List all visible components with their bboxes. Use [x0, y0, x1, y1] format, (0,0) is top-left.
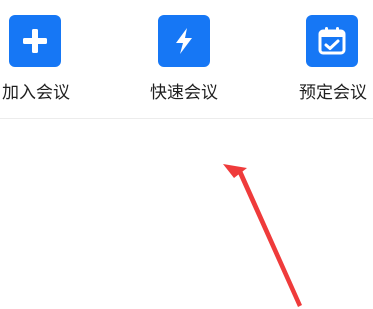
join-meeting-label: 加入会议 [2, 83, 70, 103]
plus-icon [23, 29, 47, 53]
content-area [0, 119, 373, 309]
quick-meeting-label: 快速会议 [150, 83, 218, 103]
quick-meeting-tile [158, 15, 210, 67]
join-meeting-button[interactable]: 加入会议 [0, 15, 86, 105]
schedule-meeting-label: 预定会议 [299, 83, 367, 103]
schedule-meeting-button[interactable]: 预定会议 [283, 15, 373, 105]
lightning-bolt-icon [176, 28, 192, 54]
join-meeting-tile [9, 15, 61, 67]
calendar-check-icon [318, 27, 346, 55]
schedule-meeting-tile [306, 15, 358, 67]
quick-meeting-button[interactable]: 快速会议 [134, 15, 234, 105]
quick-actions-panel: 加入会议 快速会议 预定会议 [0, 0, 373, 118]
